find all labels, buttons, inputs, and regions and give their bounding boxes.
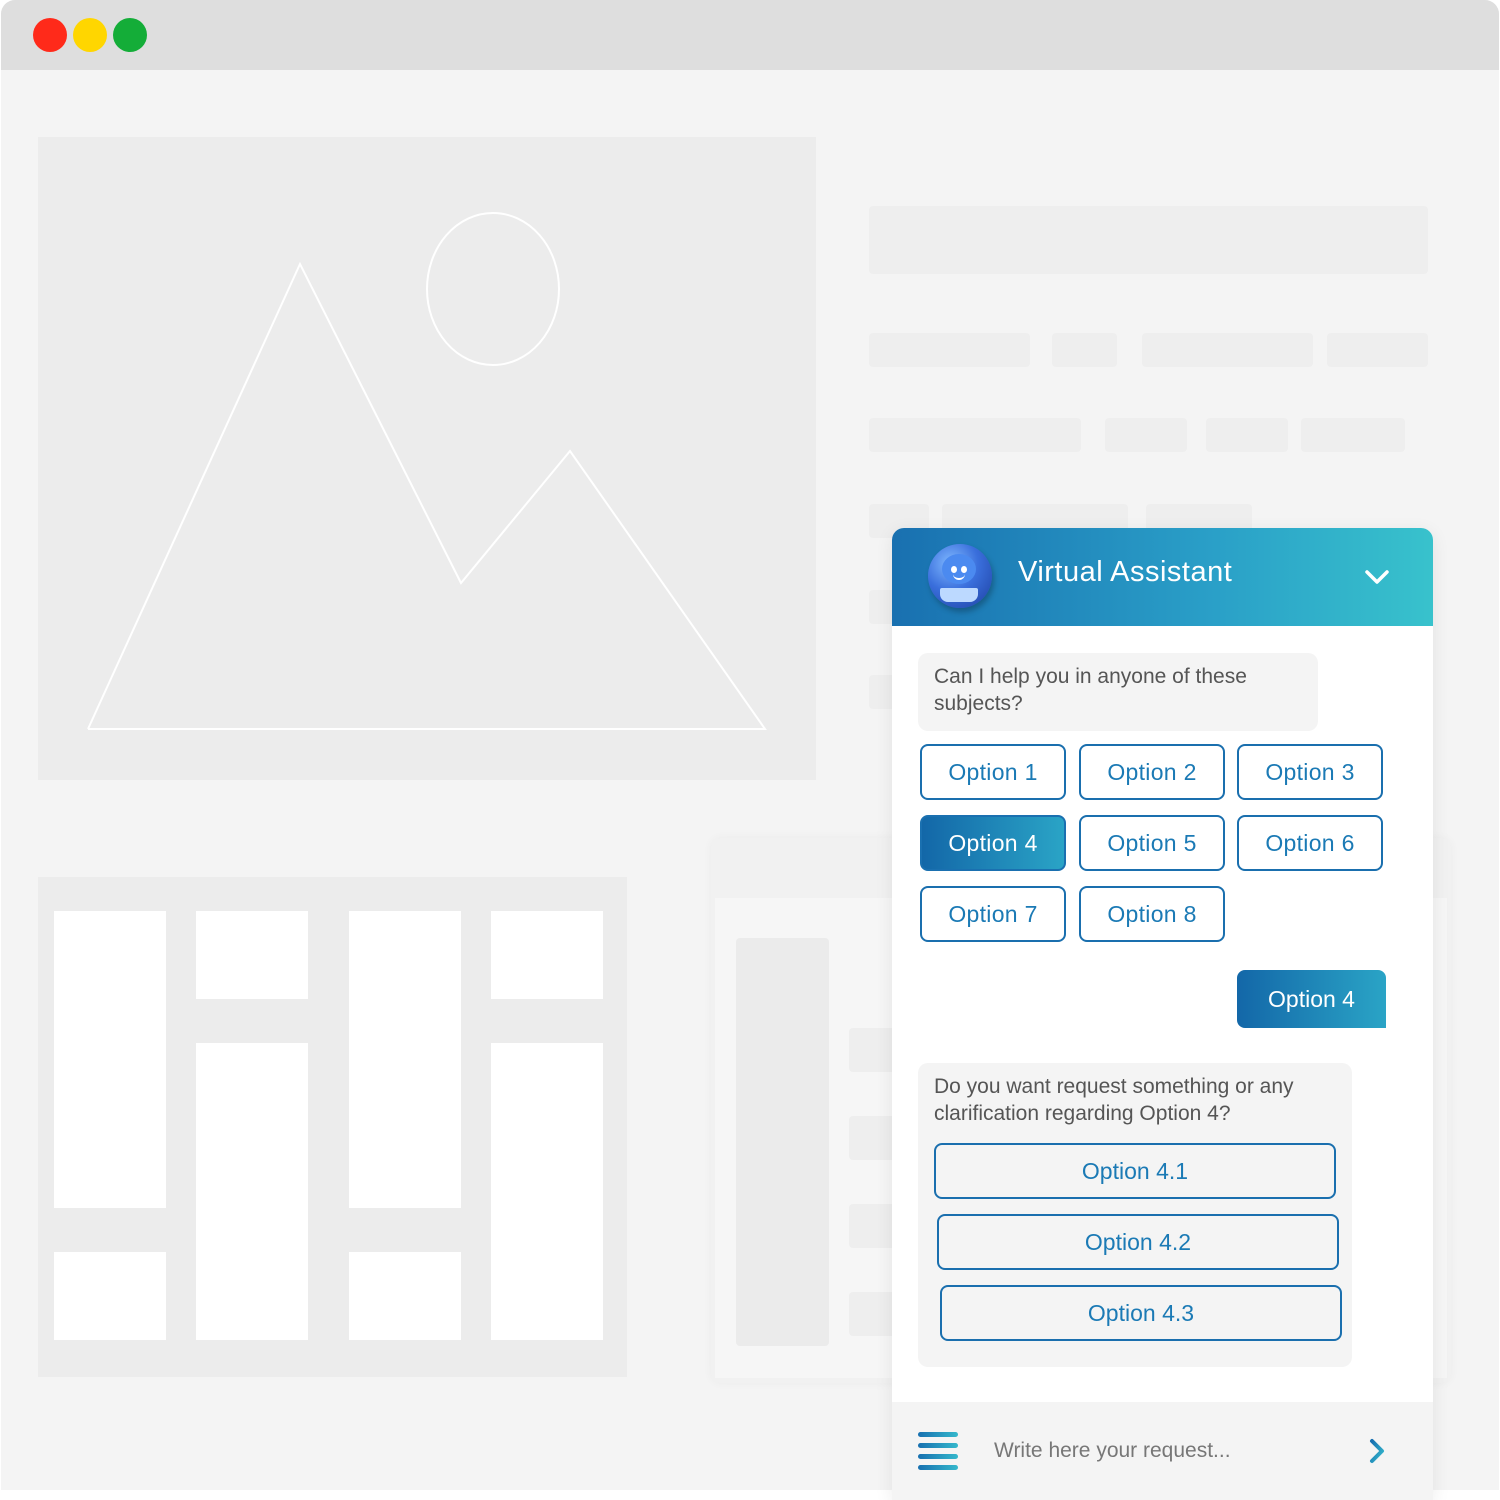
minimize-window-button[interactable]	[73, 18, 107, 52]
placeholder-column	[736, 938, 829, 1346]
title-bar	[1, 0, 1499, 70]
assistant-followup-text: Do you want request something or any cla…	[934, 1075, 1294, 1125]
close-window-button[interactable]	[33, 18, 67, 52]
placeholder-text-line	[1052, 333, 1117, 367]
gallery-tile	[349, 911, 461, 1208]
gallery-placeholder	[38, 877, 627, 1377]
menu-icon[interactable]	[918, 1432, 958, 1472]
gallery-tile	[349, 1252, 461, 1340]
option-4-1-button[interactable]: Option 4.1	[934, 1143, 1336, 1199]
placeholder-text-line	[1142, 333, 1313, 367]
chevron-right-icon[interactable]	[1362, 1436, 1392, 1466]
option-1-button[interactable]: Option 1	[920, 744, 1066, 800]
gallery-tile	[54, 1252, 166, 1340]
user-reply-message: Option 4	[1237, 970, 1386, 1028]
bot-body-icon	[940, 588, 978, 602]
option-4-button[interactable]: Option 4	[920, 815, 1066, 871]
option-4-3-button[interactable]: Option 4.3	[940, 1285, 1342, 1341]
placeholder-text-line	[869, 333, 1030, 367]
maximize-window-button[interactable]	[113, 18, 147, 52]
assistant-message-text: Can I help you in anyone of these subjec…	[934, 665, 1247, 715]
option-6-button[interactable]: Option 6	[1237, 815, 1383, 871]
option-2-button[interactable]: Option 2	[1079, 744, 1225, 800]
bot-face-icon	[942, 554, 976, 584]
placeholder-text-line	[1301, 418, 1405, 452]
gallery-tile	[54, 911, 166, 1208]
chat-title: Virtual Assistant	[1018, 556, 1233, 588]
option-7-button[interactable]: Option 7	[920, 886, 1066, 942]
gallery-tile	[196, 911, 308, 999]
placeholder-text-line	[1206, 418, 1288, 452]
gallery-tile	[491, 911, 603, 999]
chat-widget: Virtual Assistant Can I help you in anyo…	[892, 528, 1433, 1500]
chevron-down-icon[interactable]	[1362, 562, 1392, 592]
chat-header: Virtual Assistant	[892, 528, 1433, 626]
chat-message-input[interactable]	[992, 1430, 1346, 1472]
image-placeholder	[38, 137, 816, 780]
placeholder-text-line	[869, 418, 1081, 452]
placeholder-text-line	[1327, 333, 1428, 367]
chat-input-bar	[892, 1402, 1433, 1500]
assistant-message: Can I help you in anyone of these subjec…	[918, 653, 1318, 731]
placeholder-text-line	[1105, 418, 1187, 452]
bot-avatar	[928, 544, 992, 608]
option-4-2-button[interactable]: Option 4.2	[937, 1214, 1339, 1270]
placeholder-heading	[869, 206, 1428, 274]
image-placeholder-icon	[87, 212, 767, 730]
option-8-button[interactable]: Option 8	[1079, 886, 1225, 942]
gallery-tile	[491, 1043, 603, 1340]
option-5-button[interactable]: Option 5	[1079, 815, 1225, 871]
option-3-button[interactable]: Option 3	[1237, 744, 1383, 800]
gallery-tile	[196, 1043, 308, 1340]
